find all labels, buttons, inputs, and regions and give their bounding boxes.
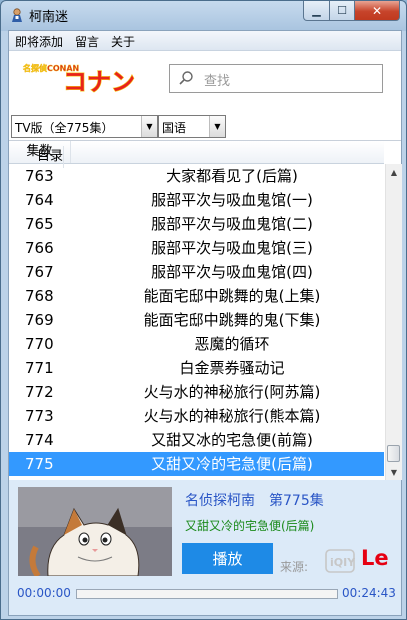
svg-text:iQIY: iQIY xyxy=(330,556,355,569)
title-bar[interactable]: 柯南迷 ▁ ☐ ✕ xyxy=(1,1,406,29)
total-time: 00:24:43 xyxy=(342,586,396,600)
app-icon xyxy=(12,8,22,22)
app-window: 柯南迷 ▁ ☐ ✕ 即将添加 留言 关于 名探偵CONAN コナン 查找 TV版… xyxy=(0,0,407,620)
episode-number: 768 xyxy=(25,287,54,305)
table-row[interactable]: 768 能面宅邸中跳舞的鬼(上集) xyxy=(9,284,384,308)
episode-title: 白金票券骚动记 xyxy=(179,359,285,377)
search-icon xyxy=(179,71,193,85)
menu-about[interactable]: 关于 xyxy=(105,31,141,50)
table-row[interactable]: 774 又甜又冰的宅急便(前篇) xyxy=(9,428,384,452)
episode-number: 774 xyxy=(25,431,54,449)
conan-logo: 名探偵CONAN コナン xyxy=(19,59,145,93)
header: 名探偵CONAN コナン 查找 xyxy=(9,51,401,115)
episode-number: 766 xyxy=(25,239,54,257)
vertical-scrollbar[interactable]: ▲ ▼ xyxy=(385,164,402,480)
search-box[interactable]: 查找 xyxy=(169,64,383,93)
search-placeholder: 查找 xyxy=(204,74,231,89)
menu-bar: 即将添加 留言 关于 xyxy=(9,31,401,51)
player-panel: 名侦探柯南 第775集 又甜又冷的宅急便(后篇) 播放 来源: iQIY Le … xyxy=(9,480,401,615)
episode-number: 775 xyxy=(25,455,54,473)
menu-coming-soon[interactable]: 即将添加 xyxy=(9,31,69,50)
episode-title: 能面宅邸中跳舞的鬼(下集) xyxy=(143,311,321,329)
close-button[interactable]: ✕ xyxy=(355,1,400,21)
chevron-down-icon[interactable]: ▼ xyxy=(209,116,225,137)
episode-title: 服部平次与吸血鬼馆(一) xyxy=(151,191,313,209)
progress-row: 00:00:00 00:24:43 xyxy=(9,584,401,604)
table-row[interactable]: 765 服部平次与吸血鬼馆(二) xyxy=(9,212,384,236)
scroll-thumb[interactable] xyxy=(387,445,400,462)
language-select[interactable]: 国语 ▼ xyxy=(158,115,226,138)
episode-name: 又甜又冷的宅急便(后篇) xyxy=(185,519,315,533)
table-row[interactable]: 763 大家都看见了(后篇) xyxy=(9,164,384,188)
episode-table: 集数 目录 763 大家都看见了(后篇) 764 服部平次与吸血鬼馆(一) 765 服部平… xyxy=(9,140,402,480)
maximize-button[interactable]: ☐ xyxy=(330,1,355,21)
episode-title: 能面宅邸中跳舞的鬼(上集) xyxy=(143,287,321,305)
window-controls: ▁ ☐ ✕ xyxy=(303,1,400,21)
episode-title: 火与水的神秘旅行(熊本篇) xyxy=(143,407,321,425)
current-time: 00:00:00 xyxy=(17,586,71,600)
episode-number: 770 xyxy=(25,335,54,353)
episode-number: 769 xyxy=(25,311,54,329)
language-select-value: 国语 xyxy=(162,121,187,135)
episode-title: 服部平次与吸血鬼馆(三) xyxy=(151,239,313,257)
episode-title: 又甜又冷的宅急便(后篇) xyxy=(151,455,313,473)
table-row[interactable]: 764 服部平次与吸血鬼馆(一) xyxy=(9,188,384,212)
table-header: 集数 目录 xyxy=(9,141,384,168)
table-row[interactable]: 772 火与水的神秘旅行(阿苏篇) xyxy=(9,380,384,404)
letv-logo-icon[interactable]: Le xyxy=(361,546,389,570)
version-select[interactable]: TV版（全775集） ▼ xyxy=(11,115,158,138)
table-row[interactable]: 769 能面宅邸中跳舞的鬼(下集) xyxy=(9,308,384,332)
maximize-icon: ☐ xyxy=(337,4,347,17)
svg-text:コナン: コナン xyxy=(63,68,135,93)
client-area: 即将添加 留言 关于 名探偵CONAN コナン 查找 TV版（全775集） ▼ xyxy=(8,30,402,616)
episode-number: 765 xyxy=(25,215,54,233)
scroll-up-arrow[interactable]: ▲ xyxy=(386,164,402,180)
chevron-down-icon[interactable]: ▼ xyxy=(141,116,157,137)
progress-bar[interactable] xyxy=(76,589,338,599)
episode-thumbnail xyxy=(18,487,172,576)
episode-title: 服部平次与吸血鬼馆(二) xyxy=(151,215,313,233)
filter-bar: TV版（全775集） ▼ 国语 ▼ xyxy=(9,115,401,139)
iqiyi-logo-icon[interactable]: iQIY xyxy=(325,549,355,573)
close-icon: ✕ xyxy=(371,3,383,18)
episode-number: 767 xyxy=(25,263,54,281)
source-label: 来源: xyxy=(280,560,309,574)
scroll-down-arrow[interactable]: ▼ xyxy=(386,464,402,480)
episode-list: 763 大家都看见了(后篇) 764 服部平次与吸血鬼馆(一) 765 服部平次与吸血鬼馆… xyxy=(9,164,384,480)
episode-title: 火与水的神秘旅行(阿苏篇) xyxy=(143,383,321,401)
table-row[interactable]: 766 服部平次与吸血鬼馆(三) xyxy=(9,236,384,260)
episode-number: 764 xyxy=(25,191,54,209)
episode-number: 772 xyxy=(25,383,54,401)
episode-series-title: 名侦探柯南 第775集 xyxy=(185,493,324,509)
play-button[interactable]: 播放 xyxy=(182,543,273,574)
episode-title: 服部平次与吸血鬼馆(四) xyxy=(151,263,313,281)
table-row[interactable]: 773 火与水的神秘旅行(熊本篇) xyxy=(9,404,384,428)
minimize-button[interactable]: ▁ xyxy=(303,1,330,21)
table-row[interactable]: 770 恶魔的循环 xyxy=(9,332,384,356)
episode-number: 773 xyxy=(25,407,54,425)
episode-title: 大家都看见了(后篇) xyxy=(166,167,298,185)
episode-number: 763 xyxy=(25,167,54,185)
table-row[interactable]: 767 服部平次与吸血鬼馆(四) xyxy=(9,260,384,284)
window-title: 柯南迷 xyxy=(29,10,69,25)
minimize-icon: ▁ xyxy=(312,4,321,17)
version-select-value: TV版（全775集） xyxy=(15,121,114,135)
table-row[interactable]: 775 又甜又冷的宅急便(后篇) xyxy=(9,452,384,476)
table-row[interactable]: 771 白金票券骚动记 xyxy=(9,356,384,380)
menu-message[interactable]: 留言 xyxy=(69,31,105,50)
episode-title: 恶魔的循环 xyxy=(194,335,270,353)
episode-number: 771 xyxy=(25,359,54,377)
episode-title: 又甜又冰的宅急便(前篇) xyxy=(151,431,313,449)
